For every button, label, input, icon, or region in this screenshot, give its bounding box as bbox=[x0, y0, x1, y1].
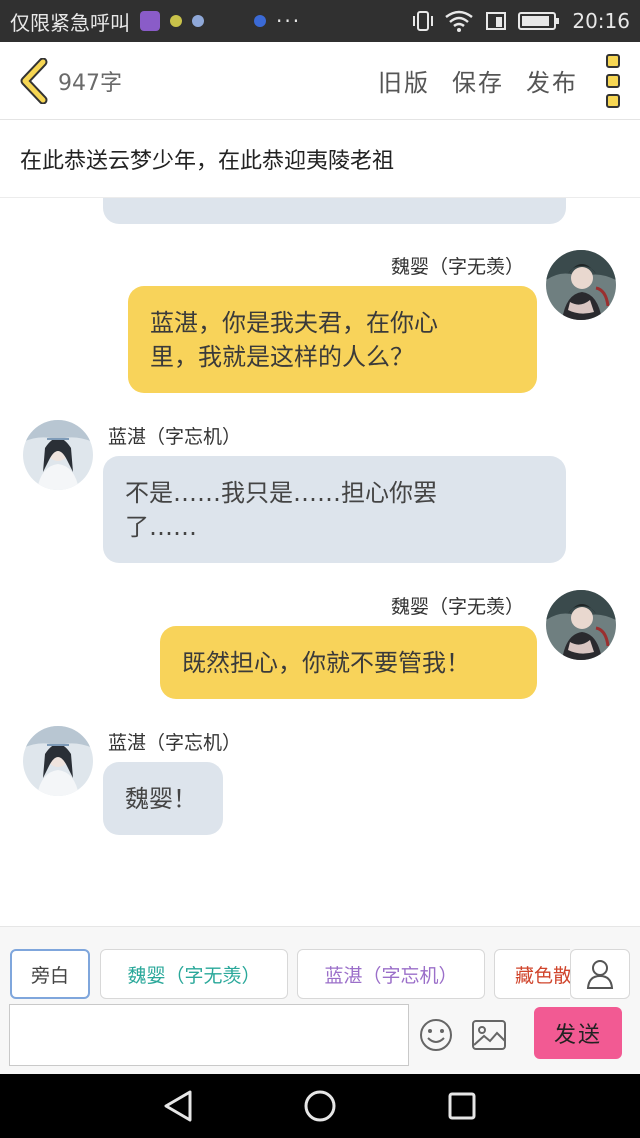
profile-icon bbox=[586, 960, 614, 989]
chat-scroll-area[interactable]: 魏婴（字无羡） 蓝湛，你是我夫君，在你心 里，我就是这样的人么？ 蓝湛（字忘机）… bbox=[0, 198, 640, 926]
battery-icon bbox=[518, 12, 560, 30]
chip-lan-zhan[interactable]: 蓝湛（字忘机） bbox=[297, 949, 485, 999]
nav-back-icon[interactable] bbox=[164, 1090, 192, 1122]
bluetooth-notification-icon bbox=[254, 15, 266, 27]
app-notification-icon-2 bbox=[192, 15, 204, 27]
avatar-wei-ying[interactable] bbox=[546, 250, 616, 320]
avatar-lan-zhan-image bbox=[23, 420, 93, 490]
send-button[interactable]: 发送 bbox=[534, 1007, 622, 1059]
avatar-wei-ying-image bbox=[546, 250, 616, 320]
emoji-icon[interactable] bbox=[418, 1017, 454, 1053]
old-version-button[interactable]: 旧版 bbox=[378, 63, 430, 98]
add-character-button[interactable] bbox=[570, 949, 630, 999]
word-count: 947字 bbox=[58, 70, 122, 96]
app-root: 仅限紧急呼叫 ··· 20:16 947字 旧版 保存 发布 在此恭送云梦少年，… bbox=[0, 0, 640, 1138]
message-text: 不是……我只是……担心你罢 了…… bbox=[125, 476, 437, 544]
story-title[interactable]: 在此恭送云梦少年，在此恭迎夷陵老祖 bbox=[0, 120, 640, 198]
message-bubble-right[interactable]: 蓝湛，你是我夫君，在你心 里，我就是这样的人么？ bbox=[128, 286, 537, 393]
message-line: 不是……我只是……担心你罢 bbox=[125, 478, 437, 507]
composer-area: 旁白 魏婴（字无羡） 蓝湛（字忘机） 藏色散人 bbox=[0, 926, 640, 1074]
speaker-name: 魏婴（字无羡） bbox=[390, 596, 524, 618]
editor-toolbar: 947字 旧版 保存 发布 bbox=[0, 42, 640, 120]
image-icon[interactable] bbox=[471, 1019, 507, 1051]
wifi-icon bbox=[445, 10, 474, 32]
avatar-wei-ying-image bbox=[546, 590, 616, 660]
chip-label: 旁白 bbox=[30, 964, 69, 987]
speaker-name: 魏婴（字无羡） bbox=[390, 256, 524, 278]
clock: 20:16 bbox=[572, 9, 630, 33]
character-chip-row[interactable]: 旁白 魏婴（字无羡） 蓝湛（字忘机） 藏色散人 bbox=[0, 949, 570, 999]
message-line: 了…… bbox=[125, 512, 197, 541]
nav-buttons bbox=[164, 1090, 476, 1122]
chip-label: 藏色散人 bbox=[515, 964, 570, 987]
message-text: 蓝湛，你是我夫君，在你心 里，我就是这样的人么？ bbox=[150, 306, 438, 374]
back-chevron-icon bbox=[20, 57, 48, 104]
publish-button[interactable]: 发布 bbox=[526, 63, 578, 98]
avatar-lan-zhan[interactable] bbox=[23, 726, 93, 796]
battery-fill bbox=[522, 16, 550, 26]
nav-recents-icon[interactable] bbox=[448, 1092, 476, 1120]
gallery-notification-icon bbox=[140, 11, 160, 31]
message-line: 里，我就是这样的人么？ bbox=[150, 342, 414, 371]
carrier-text: 仅限紧急呼叫 bbox=[10, 10, 130, 35]
avatar-lan-zhan-image bbox=[23, 726, 93, 796]
chip-narration[interactable]: 旁白 bbox=[10, 949, 90, 999]
message-text: 魏婴！ bbox=[125, 784, 197, 813]
nav-home-icon[interactable] bbox=[304, 1090, 336, 1122]
menu-dot bbox=[606, 93, 620, 108]
more-notifications-icon: ··· bbox=[276, 9, 302, 33]
message-line: 蓝湛，你是我夫君，在你心 bbox=[150, 308, 438, 337]
menu-dot bbox=[606, 53, 620, 68]
signal-icon bbox=[486, 12, 507, 30]
back-button[interactable] bbox=[16, 57, 52, 105]
chip-wei-ying[interactable]: 魏婴（字无羡） bbox=[100, 949, 288, 999]
message-text: 既然担心，你就不要管我！ bbox=[182, 648, 470, 677]
speaker-name: 蓝湛（字忘机） bbox=[108, 426, 242, 448]
chip-label: 蓝湛（字忘机） bbox=[324, 964, 458, 987]
message-input[interactable] bbox=[9, 1004, 409, 1066]
avatar-wei-ying[interactable] bbox=[546, 590, 616, 660]
previous-message-bubble bbox=[103, 198, 566, 224]
message-bubble-left[interactable]: 魏婴！ bbox=[103, 762, 223, 835]
save-button[interactable]: 保存 bbox=[452, 63, 504, 98]
status-right: 20:16 bbox=[412, 9, 630, 33]
message-bubble-right[interactable]: 既然担心，你就不要管我！ bbox=[160, 626, 537, 699]
message-bubble-left[interactable]: 不是……我只是……担心你罢 了…… bbox=[103, 456, 566, 563]
chip-label: 魏婴（字无羡） bbox=[127, 964, 261, 987]
system-navigation-bar bbox=[0, 1074, 640, 1138]
status-left: 仅限紧急呼叫 ··· bbox=[10, 7, 412, 36]
status-bar: 仅限紧急呼叫 ··· 20:16 bbox=[0, 0, 640, 42]
avatar-lan-zhan[interactable] bbox=[23, 420, 93, 490]
chip-zang-se[interactable]: 藏色散人 bbox=[494, 949, 570, 999]
app-notification-icon bbox=[170, 15, 182, 27]
menu-icon[interactable] bbox=[606, 53, 624, 108]
menu-dot bbox=[606, 73, 620, 88]
vibrate-icon bbox=[413, 11, 434, 31]
speaker-name: 蓝湛（字忘机） bbox=[108, 732, 242, 754]
